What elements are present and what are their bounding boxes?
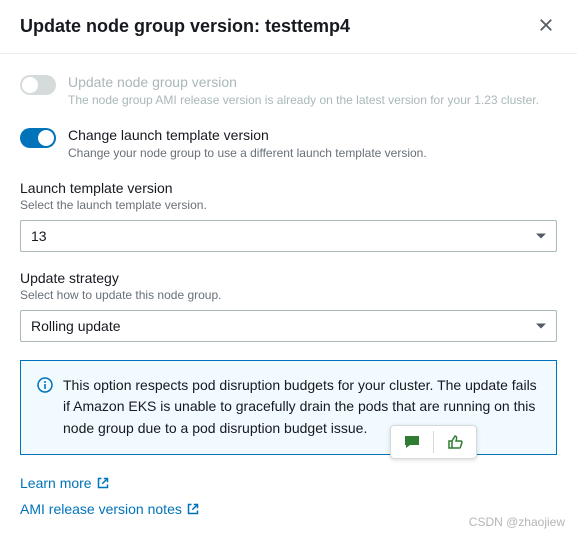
learn-more-row: Learn more [20, 475, 557, 491]
update-strategy-select[interactable]: Rolling update [20, 310, 557, 342]
launch-template-value: 13 [31, 228, 47, 244]
feedback-chat-button[interactable] [391, 426, 433, 458]
modal-title: Update node group version: testtemp4 [20, 16, 350, 37]
toggle-update-version[interactable] [20, 75, 56, 95]
modal-header: Update node group version: testtemp4 [0, 0, 577, 54]
thumbs-up-icon [446, 434, 464, 450]
ami-notes-link[interactable]: AMI release version notes [20, 501, 199, 517]
close-button[interactable] [535, 14, 557, 39]
info-icon [37, 377, 53, 393]
learn-more-text: Learn more [20, 475, 92, 491]
close-icon [539, 18, 553, 32]
toggle-update-version-row: Update node group version The node group… [20, 74, 557, 109]
feedback-thumbs-button[interactable] [434, 426, 476, 458]
toggle-change-template-desc: Change your node group to use a differen… [68, 145, 557, 162]
update-strategy-value: Rolling update [31, 318, 121, 334]
launch-template-desc: Select the launch template version. [20, 198, 557, 212]
watermark: CSDN @zhaojiew [469, 515, 565, 529]
chevron-down-icon [536, 233, 546, 238]
update-strategy-desc: Select how to update this node group. [20, 288, 557, 302]
toggle-update-version-content: Update node group version The node group… [68, 74, 557, 109]
external-link-icon [97, 477, 109, 489]
launch-template-label: Launch template version [20, 180, 557, 196]
update-strategy-label: Update strategy [20, 270, 557, 286]
toggle-knob [22, 77, 38, 93]
toggle-knob [38, 130, 54, 146]
update-strategy-field: Update strategy Select how to update thi… [20, 270, 557, 342]
launch-template-select[interactable]: 13 [20, 220, 557, 252]
toggle-update-version-label: Update node group version [68, 74, 557, 90]
toggle-update-version-desc: The node group AMI release version is al… [68, 92, 557, 109]
toggle-change-template-label: Change launch template version [68, 127, 557, 143]
toggle-change-template[interactable] [20, 128, 56, 148]
modal-body: Update node group version The node group… [0, 54, 577, 547]
learn-more-link[interactable]: Learn more [20, 475, 109, 491]
chevron-down-icon [536, 323, 546, 328]
ami-notes-text: AMI release version notes [20, 501, 182, 517]
launch-template-field: Launch template version Select the launc… [20, 180, 557, 252]
feedback-widget [390, 425, 477, 459]
external-link-icon [187, 503, 199, 515]
chat-icon [403, 434, 421, 450]
toggle-change-template-content: Change launch template version Change yo… [68, 127, 557, 162]
toggle-change-template-row: Change launch template version Change yo… [20, 127, 557, 162]
